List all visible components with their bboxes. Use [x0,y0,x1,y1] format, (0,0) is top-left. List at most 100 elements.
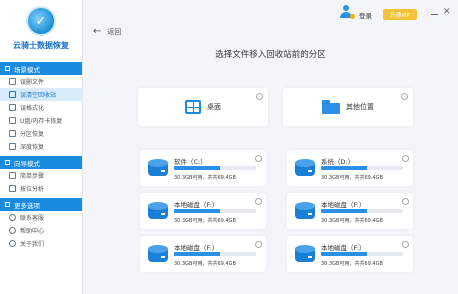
minimize-icon[interactable] [431,14,438,15]
radio-button[interactable] [401,93,408,100]
sidebar-item-label: 帮助中心 [20,228,45,235]
sidebar-item-label: 误清空回收站 [20,92,57,99]
disk-usage-bar [321,166,403,170]
usb-icon [9,117,16,124]
sidebar: ✓ 云骑士数据恢复 场景模式 误删文件 误清空回收站 误格式化 U盘/内存卡恢复… [0,0,83,294]
back-button[interactable]: ← 返回 [93,27,121,37]
radio-button[interactable] [402,198,409,205]
section-title: 场景模式 [14,65,40,74]
disk-capacity: 30.3GB可用，共共69.4GB [174,175,236,181]
hard-disk-icon [295,159,315,177]
section-icon [5,202,10,207]
sidebar-item-label: 联系客服 [20,215,45,222]
sidebar-item-analysis[interactable]: 按位分析 [0,182,82,195]
radio-button[interactable] [402,241,409,248]
sidebar-item-help[interactable]: 帮助中心 [0,224,82,237]
app-name: 云骑士数据恢复 [13,41,69,50]
sidebar-item-usb[interactable]: U盘/内存卡恢复 [0,114,82,127]
sidebar-item-deleted-files[interactable]: 误删文件 [0,75,82,88]
sidebar-item-about[interactable]: 关于我们 [0,237,82,250]
disk-card[interactable]: 软件（C:） 30.3GB可用，共共69.4GB [140,150,266,186]
about-icon [9,240,16,247]
disk-usage-bar [321,209,403,213]
disk-name: 本地磁盘（F:） [321,201,366,209]
sidebar-item-deep-scan[interactable]: 深度恢复 [0,140,82,153]
logo-icon: ✓ [26,6,56,36]
disk-name: 本地磁盘（F:） [321,244,366,252]
close-icon[interactable]: ✕ [443,8,451,17]
sidebar-item-label: 误格式化 [20,105,45,112]
sidebar-item-label: 关于我们 [20,241,45,248]
sidebar-item-format[interactable]: 误格式化 [0,101,82,114]
disk-card[interactable]: 系统（D:） 30.3GB可用，共共69.4GB [287,150,413,186]
sidebar-section-more: 更多选项 [0,198,82,211]
disk-capacity: 30.3GB可用，共共69.4GB [321,175,383,181]
login-link[interactable]: 登录 [359,10,372,20]
section-icon [5,160,10,165]
radio-button[interactable] [255,198,262,205]
disk-usage-bar [174,166,256,170]
disk-card[interactable]: 本地磁盘（F:） 30.3GB可用，共共69.4GB [140,193,266,229]
disk-name: 系统（D:） [321,158,355,166]
disk-name: 本地磁盘（F:） [174,244,219,252]
disk-card[interactable]: 本地磁盘（F:） 30.3GB可用，共共69.4GB [140,236,266,272]
sidebar-section-wizard: 向导模式 [0,156,82,169]
user-avatar-icon[interactable] [339,5,355,19]
hard-disk-icon [148,159,168,177]
vip-button[interactable]: 开通VIP [383,9,417,20]
sidebar-section-scenario: 场景模式 [0,62,82,75]
back-arrow-icon: ← [93,26,102,37]
disk-capacity: 30.3GB可用，共共69.4GB [321,261,383,267]
help-icon [9,227,16,234]
radio-button[interactable] [256,93,263,100]
sidebar-item-partition[interactable]: 分区恢复 [0,127,82,140]
sidebar-item-label: U盘/内存卡恢复 [20,118,63,125]
recycle-bin-icon [9,91,16,98]
hard-disk-icon [148,245,168,263]
radio-button[interactable] [255,155,262,162]
location-card-other[interactable]: 其他位置 [283,88,413,126]
section-title: 更多选项 [14,201,40,210]
folder-icon [322,100,340,114]
location-card-desktop[interactable]: 桌面 [138,88,268,126]
disk-capacity: 30.3GB可用，共共69.4GB [174,261,236,267]
hard-disk-icon [148,202,168,220]
disk-usage-bar [321,252,403,256]
sidebar-item-label: 分区恢复 [20,131,45,138]
sidebar-item-label: 深度恢复 [20,144,45,151]
radio-button[interactable] [402,155,409,162]
disk-usage-bar [174,209,256,213]
radio-button[interactable] [255,241,262,248]
disk-name: 本地磁盘（F:） [174,201,219,209]
steps-icon [9,172,16,179]
analysis-icon [9,185,16,192]
support-icon [9,214,16,221]
page-title: 选择文件移入回收站前的分区 [215,50,326,60]
sidebar-item-label: 简单步骤 [20,173,45,180]
section-icon [5,66,10,71]
disk-usage-bar [174,252,256,256]
sidebar-item-recycle-bin[interactable]: 误清空回收站 [0,88,82,101]
title-bar: 登录 开通VIP ✕ [83,0,458,22]
back-label: 返回 [107,28,122,36]
sidebar-item-label: 按位分析 [20,186,45,193]
format-icon [9,104,16,111]
location-label: 桌面 [207,103,221,111]
partition-icon [9,130,16,137]
location-label: 其他位置 [346,103,374,111]
sidebar-item-label: 误删文件 [20,79,45,86]
windows-icon [185,100,201,114]
file-icon [9,78,16,85]
disk-name: 软件（C:） [174,158,207,166]
disk-card[interactable]: 本地磁盘（F:） 30.3GB可用，共共69.4GB [287,236,413,272]
sidebar-item-steps[interactable]: 简单步骤 [0,169,82,182]
disk-capacity: 30.3GB可用，共共69.4GB [174,218,236,224]
deep-scan-icon [9,143,16,150]
section-title: 向导模式 [14,159,40,168]
disk-card[interactable]: 本地磁盘（F:） 30.3GB可用，共共69.4GB [287,193,413,229]
app-logo: ✓ 云骑士数据恢复 [0,0,82,62]
disk-capacity: 30.3GB可用，共共69.4GB [321,218,383,224]
hard-disk-icon [295,202,315,220]
sidebar-item-support[interactable]: 联系客服 [0,211,82,224]
hard-disk-icon [295,245,315,263]
